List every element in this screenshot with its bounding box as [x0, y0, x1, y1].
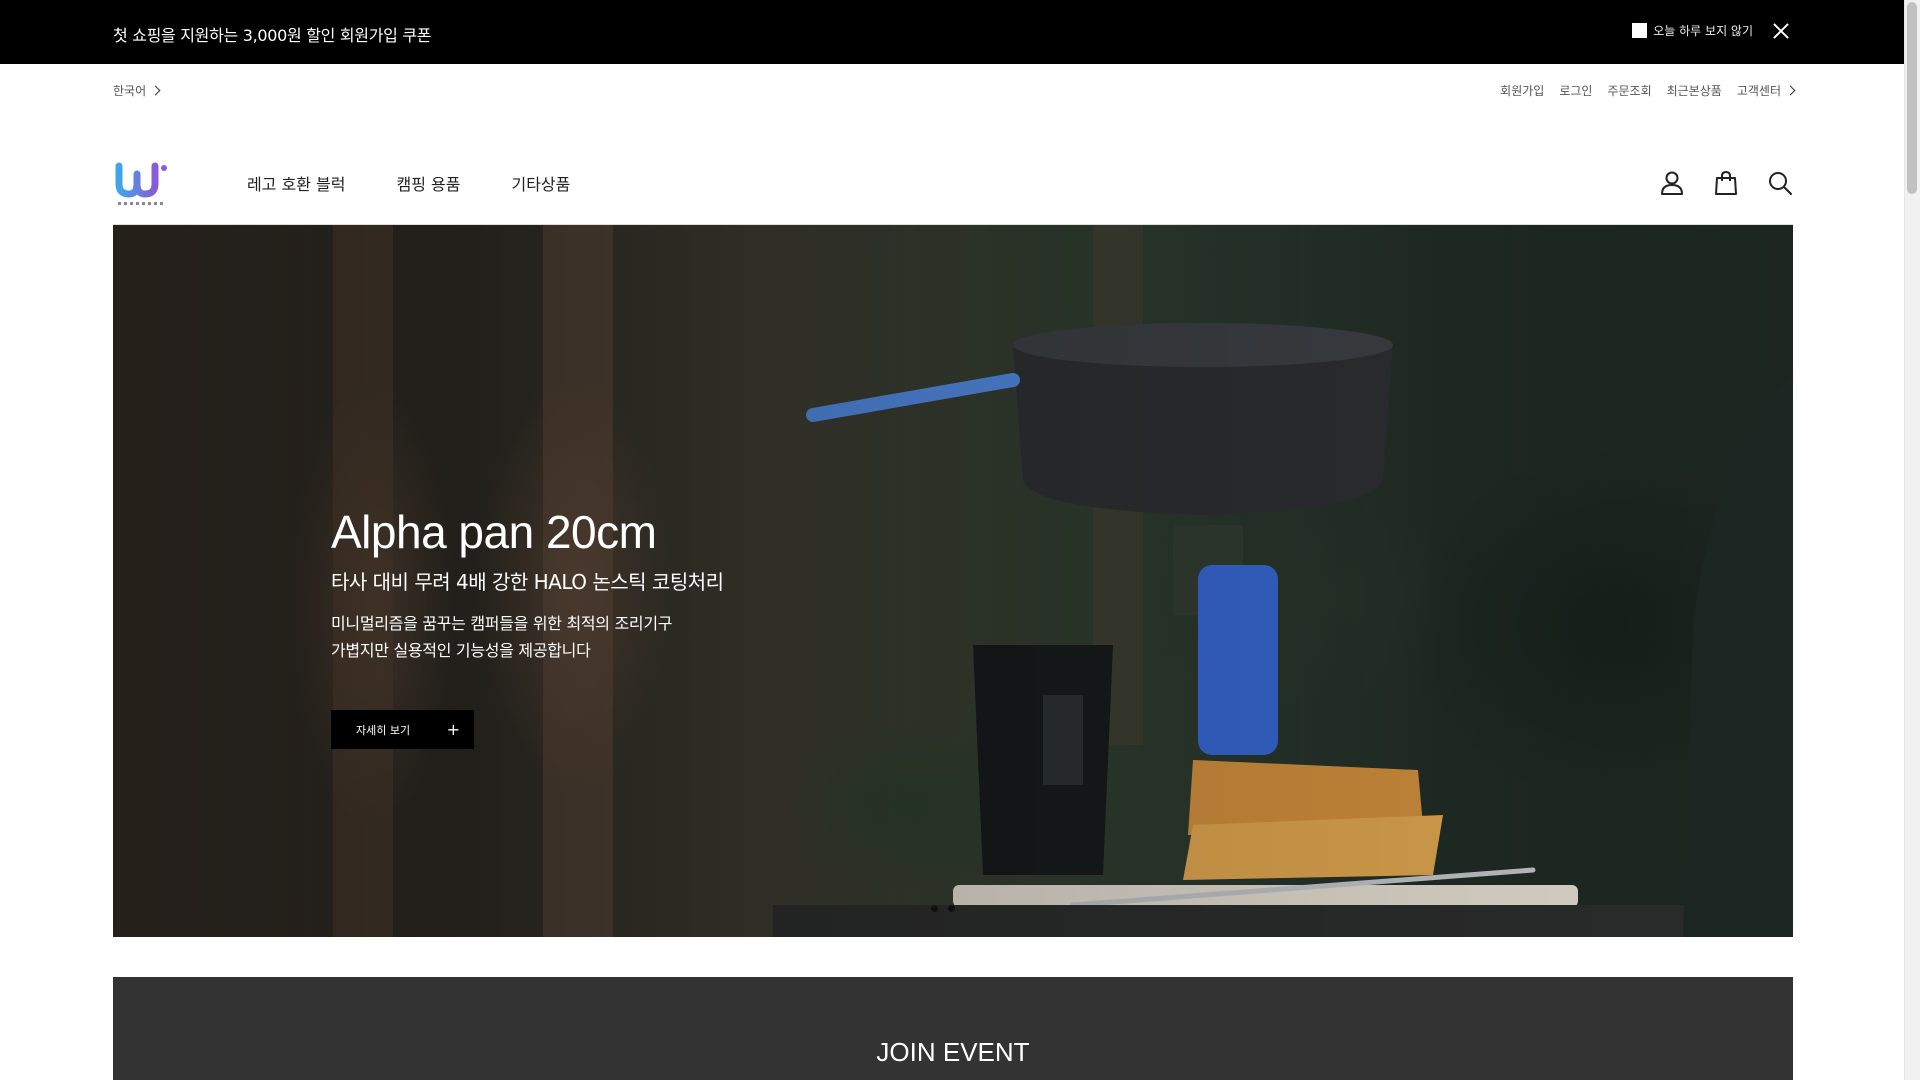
nav-lego-blocks[interactable]: 레고 호환 블럭	[247, 171, 346, 195]
hero-banner[interactable]: Alpha pan 20cm 타사 대비 무려 4배 강한 HALO 논스틱 코…	[113, 225, 1793, 937]
login-link[interactable]: 로그인	[1559, 82, 1592, 99]
hero-title: Alpha pan 20cm	[331, 506, 657, 558]
chevron-right-icon	[1785, 85, 1796, 96]
nav-camping-goods[interactable]: 캠핑 용품	[397, 171, 461, 195]
hide-today-checkbox[interactable]	[1632, 23, 1648, 38]
header-icons	[1631, 170, 1793, 196]
language-label: 한국어	[113, 84, 147, 98]
language-selector[interactable]: 한국어	[113, 82, 161, 99]
view-details-button[interactable]: 자세히 보기 +	[331, 710, 474, 749]
hero-description-line-2: 가볍지만 실용적인 기능성을 제공합니다	[331, 641, 591, 660]
shopping-bag-icon[interactable]	[1713, 170, 1739, 196]
scrollbar-thumb[interactable]	[1907, 2, 1917, 194]
recent-products-link[interactable]: 최근본상품	[1667, 82, 1722, 99]
plus-icon: +	[446, 720, 460, 739]
nav-other-products[interactable]: 기타상품	[511, 171, 570, 195]
close-icon[interactable]	[1773, 23, 1789, 39]
chevron-right-icon	[150, 85, 161, 96]
scrollbar[interactable]	[1904, 0, 1920, 1080]
signup-link[interactable]: 회원가입	[1500, 82, 1544, 99]
search-icon[interactable]	[1767, 170, 1793, 196]
hero-description: 미니멀리즘을 꿈꾸는 캠퍼들을 위한 최적의 조리기구 가볍지만 실용적인 기능…	[331, 610, 672, 664]
view-details-label: 자세히 보기	[356, 723, 411, 737]
carousel-dot[interactable]	[931, 905, 938, 912]
join-event-section: JOIN EVENT	[113, 977, 1793, 1080]
promo-text[interactable]: 첫 쇼핑을 지원하는 3,000원 할인 회원가입 쿠폰	[113, 22, 431, 46]
order-lookup-link[interactable]: 주문조회	[1607, 82, 1651, 99]
join-event-title: JOIN EVENT	[876, 1037, 1030, 1067]
hero-subtitle: 타사 대비 무려 4배 강한 HALO 논스틱 코팅처리	[331, 570, 724, 594]
user-icon[interactable]	[1659, 170, 1685, 196]
main-nav: 레고 호환 블럭 캠핑 용품 기타상품	[247, 171, 621, 195]
hide-today-label[interactable]: 오늘 하루 보지 않기	[1653, 22, 1753, 39]
carousel-dots	[931, 905, 965, 912]
hero-description-line-1: 미니멀리즘을 꿈꾸는 캠퍼들을 위한 최적의 조리기구	[331, 614, 673, 633]
promo-bar: 첫 쇼핑을 지원하는 3,000원 할인 회원가입 쿠폰 오늘 하루 보지 않기	[0, 0, 1904, 64]
promo-controls: 오늘 하루 보지 않기	[1632, 22, 1789, 39]
logo[interactable]	[113, 160, 175, 208]
customer-center-link[interactable]: 고객센터	[1737, 82, 1781, 99]
utility-links: 회원가입 로그인 주문조회 최근본상품 고객센터	[1485, 82, 1796, 99]
carousel-dot[interactable]	[948, 905, 955, 912]
